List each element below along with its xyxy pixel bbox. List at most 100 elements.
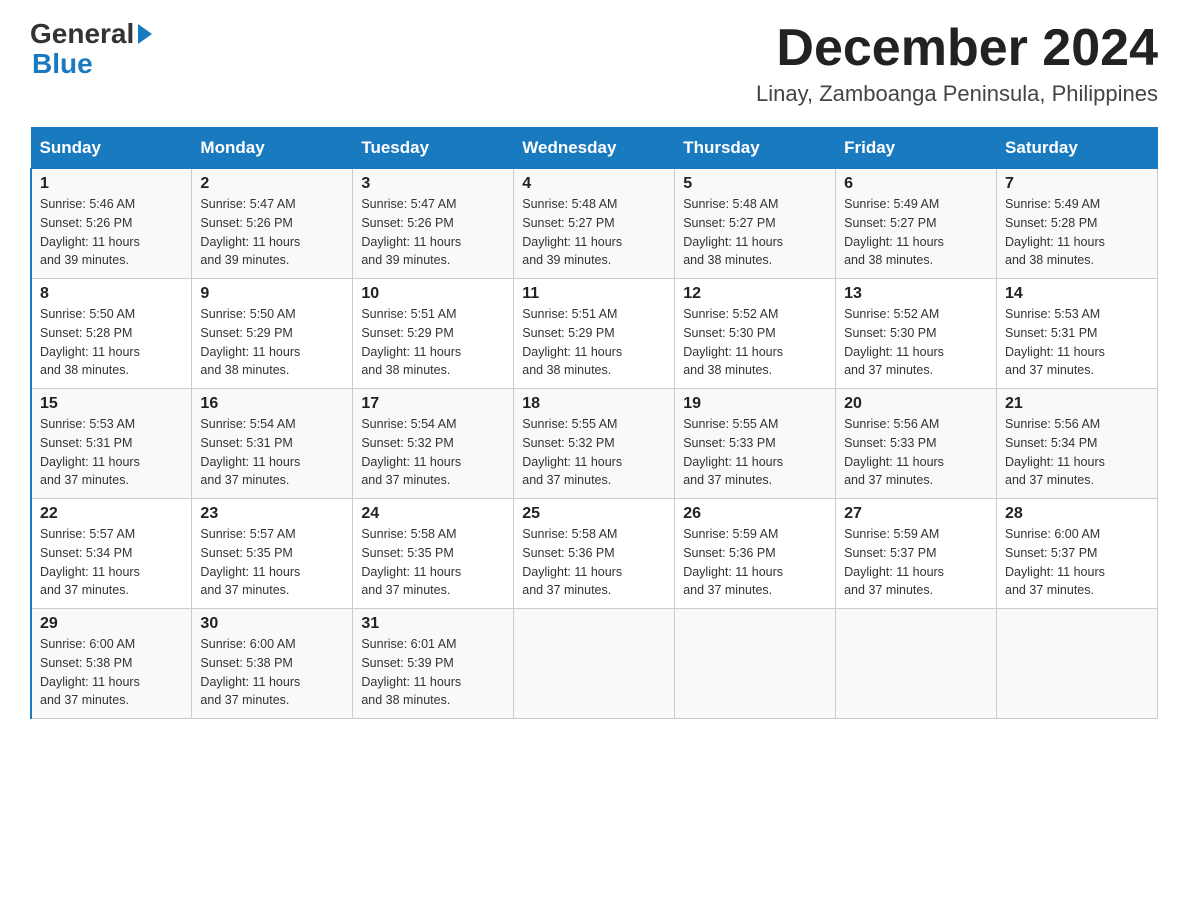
day-info: Sunrise: 5:55 AMSunset: 5:33 PMDaylight:…	[683, 415, 827, 490]
day-number: 16	[200, 395, 344, 413]
logo-general-text: General	[30, 20, 134, 48]
calendar-cell: 28 Sunrise: 6:00 AMSunset: 5:37 PMDayligh…	[997, 499, 1158, 609]
calendar-cell: 14 Sunrise: 5:53 AMSunset: 5:31 PMDayligh…	[997, 279, 1158, 389]
page-header: General Blue December 2024 Linay, Zamboa…	[30, 20, 1158, 107]
calendar-cell: 1 Sunrise: 5:46 AMSunset: 5:26 PMDaylight…	[31, 169, 192, 279]
day-info: Sunrise: 5:50 AMSunset: 5:28 PMDaylight:…	[40, 305, 183, 380]
calendar-cell: 9Sunrise: 5:50 AMSunset: 5:29 PMDaylight…	[192, 279, 353, 389]
day-info: Sunrise: 5:55 AMSunset: 5:32 PMDaylight:…	[522, 415, 666, 490]
day-info: Sunrise: 5:57 AMSunset: 5:34 PMDaylight:…	[40, 525, 183, 600]
location-title: Linay, Zamboanga Peninsula, Philippines	[756, 81, 1158, 107]
calendar-cell: 3 Sunrise: 5:47 AMSunset: 5:26 PMDaylight…	[353, 169, 514, 279]
header-sunday: Sunday	[31, 128, 192, 169]
calendar-header-row: SundayMondayTuesdayWednesdayThursdayFrid…	[31, 128, 1158, 169]
calendar-table: SundayMondayTuesdayWednesdayThursdayFrid…	[30, 127, 1158, 719]
day-number: 18	[522, 395, 666, 413]
calendar-week-row: 1 Sunrise: 5:46 AMSunset: 5:26 PMDaylight…	[31, 169, 1158, 279]
day-number: 23	[200, 505, 344, 523]
day-info: Sunrise: 5:54 AMSunset: 5:32 PMDaylight:…	[361, 415, 505, 490]
header-wednesday: Wednesday	[514, 128, 675, 169]
day-info: Sunrise: 5:59 AMSunset: 5:36 PMDaylight:…	[683, 525, 827, 600]
calendar-cell: 24Sunrise: 5:58 AMSunset: 5:35 PMDayligh…	[353, 499, 514, 609]
day-number: 28	[1005, 505, 1149, 523]
calendar-cell: 25 Sunrise: 5:58 AMSunset: 5:36 PMDayligh…	[514, 499, 675, 609]
day-info: Sunrise: 5:48 AMSunset: 5:27 PMDaylight:…	[683, 195, 827, 270]
day-number: 3	[361, 175, 505, 193]
day-number: 15	[40, 395, 183, 413]
calendar-cell: 30 Sunrise: 6:00 AMSunset: 5:38 PMDayligh…	[192, 609, 353, 719]
calendar-cell: 5Sunrise: 5:48 AMSunset: 5:27 PMDaylight…	[675, 169, 836, 279]
calendar-cell: 20Sunrise: 5:56 AMSunset: 5:33 PMDayligh…	[836, 389, 997, 499]
day-info: Sunrise: 5:56 AMSunset: 5:34 PMDaylight:…	[1005, 415, 1149, 490]
day-number: 31	[361, 615, 505, 633]
calendar-week-row: 15Sunrise: 5:53 AMSunset: 5:31 PMDayligh…	[31, 389, 1158, 499]
calendar-cell: 11 Sunrise: 5:51 AMSunset: 5:29 PMDayligh…	[514, 279, 675, 389]
calendar-week-row: 8 Sunrise: 5:50 AMSunset: 5:28 PMDaylight…	[31, 279, 1158, 389]
calendar-cell	[836, 609, 997, 719]
header-friday: Friday	[836, 128, 997, 169]
day-number: 7	[1005, 175, 1149, 193]
day-number: 10	[361, 285, 505, 303]
day-info: Sunrise: 5:49 AMSunset: 5:28 PMDaylight:…	[1005, 195, 1149, 270]
day-number: 27	[844, 505, 988, 523]
header-tuesday: Tuesday	[353, 128, 514, 169]
calendar-cell: 19 Sunrise: 5:55 AMSunset: 5:33 PMDayligh…	[675, 389, 836, 499]
day-info: Sunrise: 5:53 AMSunset: 5:31 PMDaylight:…	[1005, 305, 1149, 380]
day-number: 8	[40, 285, 183, 303]
day-info: Sunrise: 5:49 AMSunset: 5:27 PMDaylight:…	[844, 195, 988, 270]
day-number: 13	[844, 285, 988, 303]
day-number: 30	[200, 615, 344, 633]
day-number: 12	[683, 285, 827, 303]
logo-arrow-icon	[138, 24, 152, 44]
day-number: 9	[200, 285, 344, 303]
day-info: Sunrise: 6:00 AMSunset: 5:38 PMDaylight:…	[200, 635, 344, 710]
day-info: Sunrise: 5:51 AMSunset: 5:29 PMDaylight:…	[522, 305, 666, 380]
day-number: 22	[40, 505, 183, 523]
month-title: December 2024	[756, 20, 1158, 77]
calendar-cell: 17 Sunrise: 5:54 AMSunset: 5:32 PMDayligh…	[353, 389, 514, 499]
calendar-cell: 16 Sunrise: 5:54 AMSunset: 5:31 PMDayligh…	[192, 389, 353, 499]
day-number: 19	[683, 395, 827, 413]
day-info: Sunrise: 6:00 AMSunset: 5:37 PMDaylight:…	[1005, 525, 1149, 600]
day-info: Sunrise: 5:58 AMSunset: 5:36 PMDaylight:…	[522, 525, 666, 600]
day-number: 2	[200, 175, 344, 193]
calendar-cell: 21 Sunrise: 5:56 AMSunset: 5:34 PMDayligh…	[997, 389, 1158, 499]
day-number: 21	[1005, 395, 1149, 413]
calendar-cell	[514, 609, 675, 719]
title-block: December 2024 Linay, Zamboanga Peninsula…	[756, 20, 1158, 107]
calendar-cell: 27 Sunrise: 5:59 AMSunset: 5:37 PMDayligh…	[836, 499, 997, 609]
calendar-cell: 4Sunrise: 5:48 AMSunset: 5:27 PMDaylight…	[514, 169, 675, 279]
calendar-cell	[997, 609, 1158, 719]
day-number: 14	[1005, 285, 1149, 303]
calendar-cell: 13Sunrise: 5:52 AMSunset: 5:30 PMDayligh…	[836, 279, 997, 389]
logo: General Blue	[30, 20, 154, 80]
day-info: Sunrise: 5:56 AMSunset: 5:33 PMDaylight:…	[844, 415, 988, 490]
logo-blue-text: Blue	[32, 48, 93, 79]
day-info: Sunrise: 5:57 AMSunset: 5:35 PMDaylight:…	[200, 525, 344, 600]
day-info: Sunrise: 5:46 AMSunset: 5:26 PMDaylight:…	[40, 195, 183, 270]
day-number: 17	[361, 395, 505, 413]
day-number: 26	[683, 505, 827, 523]
header-thursday: Thursday	[675, 128, 836, 169]
day-info: Sunrise: 5:54 AMSunset: 5:31 PMDaylight:…	[200, 415, 344, 490]
day-info: Sunrise: 5:58 AMSunset: 5:35 PMDaylight:…	[361, 525, 505, 600]
day-info: Sunrise: 5:59 AMSunset: 5:37 PMDaylight:…	[844, 525, 988, 600]
calendar-week-row: 29Sunrise: 6:00 AMSunset: 5:38 PMDayligh…	[31, 609, 1158, 719]
day-number: 11	[522, 285, 666, 303]
calendar-cell: 10Sunrise: 5:51 AMSunset: 5:29 PMDayligh…	[353, 279, 514, 389]
day-number: 6	[844, 175, 988, 193]
calendar-cell: 31 Sunrise: 6:01 AMSunset: 5:39 PMDayligh…	[353, 609, 514, 719]
calendar-week-row: 22 Sunrise: 5:57 AMSunset: 5:34 PMDayligh…	[31, 499, 1158, 609]
calendar-cell: 22 Sunrise: 5:57 AMSunset: 5:34 PMDayligh…	[31, 499, 192, 609]
day-number: 25	[522, 505, 666, 523]
calendar-cell	[675, 609, 836, 719]
day-info: Sunrise: 6:01 AMSunset: 5:39 PMDaylight:…	[361, 635, 505, 710]
day-number: 1	[40, 175, 183, 193]
calendar-cell: 18 Sunrise: 5:55 AMSunset: 5:32 PMDayligh…	[514, 389, 675, 499]
calendar-cell: 23 Sunrise: 5:57 AMSunset: 5:35 PMDayligh…	[192, 499, 353, 609]
day-info: Sunrise: 5:47 AMSunset: 5:26 PMDaylight:…	[361, 195, 505, 270]
calendar-cell: 8 Sunrise: 5:50 AMSunset: 5:28 PMDaylight…	[31, 279, 192, 389]
calendar-cell: 26 Sunrise: 5:59 AMSunset: 5:36 PMDayligh…	[675, 499, 836, 609]
header-saturday: Saturday	[997, 128, 1158, 169]
calendar-cell: 29Sunrise: 6:00 AMSunset: 5:38 PMDayligh…	[31, 609, 192, 719]
